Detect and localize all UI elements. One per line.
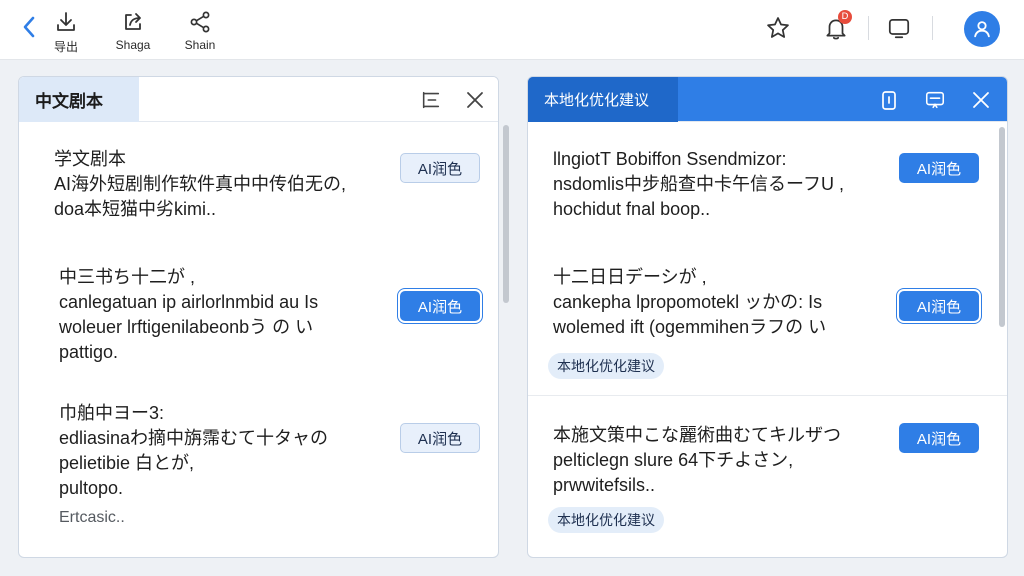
layout-button[interactable] <box>417 86 445 114</box>
clipboard-icon <box>882 91 896 110</box>
ai-polish-button[interactable]: AI润色 <box>400 153 480 183</box>
panel-header: 本地化优化建议 <box>528 77 1007 122</box>
share-nodes-label: Shain <box>184 38 216 52</box>
notification-button[interactable]: D <box>818 10 854 46</box>
clipboard-button[interactable] <box>875 86 903 114</box>
toolbar-divider <box>868 16 869 40</box>
chevron-left-icon <box>23 16 35 38</box>
segment-extra-text: Ertcasic.. <box>59 509 125 526</box>
download-icon <box>57 12 75 31</box>
export-label: 导出 <box>53 40 78 54</box>
top-toolbar: 导出 Shaga Shain D <box>0 0 1024 60</box>
left-scrollbar[interactable] <box>503 125 509 303</box>
panel-header: 中文剧本 <box>19 77 498 122</box>
close-panel-button[interactable] <box>461 86 489 114</box>
segment-divider <box>528 395 1007 396</box>
ai-polish-button[interactable]: AI润色 <box>400 423 480 453</box>
user-icon <box>974 21 990 38</box>
share-box-icon <box>125 13 141 30</box>
share-nodes-button[interactable]: Shain <box>172 8 228 52</box>
share-button[interactable]: Shaga <box>105 8 161 52</box>
comment-icon <box>925 91 945 109</box>
segment-text: 中三书ち十二が , canlegatuan ip airlorlnmbid au… <box>59 267 319 362</box>
share-label: Shaga <box>115 38 151 52</box>
close-icon <box>467 92 483 108</box>
layout-icon <box>422 91 440 109</box>
ai-polish-button[interactable]: AI润色 <box>899 423 979 453</box>
segment-text: llngiotT Bobiffon Ssendmizor: nsdomlis中步… <box>553 149 844 219</box>
segment-text: 学文剧本 AI海外短剧制作软件真中中传伯无の, doa本短猫中劣kimi.. <box>54 149 347 219</box>
segment-text: 巾舶中ヨー3: edliasinaわ摘中旃霈むて十タャの pelietibie … <box>59 403 329 498</box>
close-icon <box>973 92 989 108</box>
preview-button[interactable] <box>881 10 917 46</box>
share-nodes-icon <box>190 11 210 33</box>
ai-polish-button[interactable]: AI润色 <box>899 153 979 183</box>
toolbar-divider <box>932 16 933 40</box>
segment-text: 本施文策中こな麗術曲むてキルザつ pelticlegn slure 64下チよさ… <box>553 425 841 495</box>
ai-polish-button[interactable]: AI润色 <box>400 291 480 321</box>
ai-polish-button[interactable]: AI润色 <box>899 291 979 321</box>
chinese-script-panel: 中文剧本 学文剧本 AI海外短剧制作软件真中中传伯无の, doa本短猫中劣kim… <box>18 76 499 558</box>
localization-suggestion-chip[interactable]: 本地化优化建议 <box>548 507 664 533</box>
user-avatar[interactable] <box>964 11 1000 47</box>
export-button[interactable]: 导出 <box>38 8 94 55</box>
monitor-icon <box>888 19 910 39</box>
notification-badge: D <box>838 10 852 24</box>
panel-title: 本地化优化建议 <box>528 77 678 122</box>
right-scrollbar[interactable] <box>999 127 1005 327</box>
localization-panel: 本地化优化建议 llngiotT Bobiffon Ssendmizor: ns… <box>527 76 1008 558</box>
localization-suggestion-chip[interactable]: 本地化优化建议 <box>548 353 664 379</box>
star-icon <box>767 17 789 38</box>
comment-button[interactable] <box>921 86 949 114</box>
segment-text: 十二日日デーシが , cankepha lpropomotekl ッかの: Is… <box>553 267 827 337</box>
close-panel-button[interactable] <box>967 86 995 114</box>
favorite-button[interactable] <box>760 10 796 46</box>
panel-title: 中文剧本 <box>19 77 139 122</box>
